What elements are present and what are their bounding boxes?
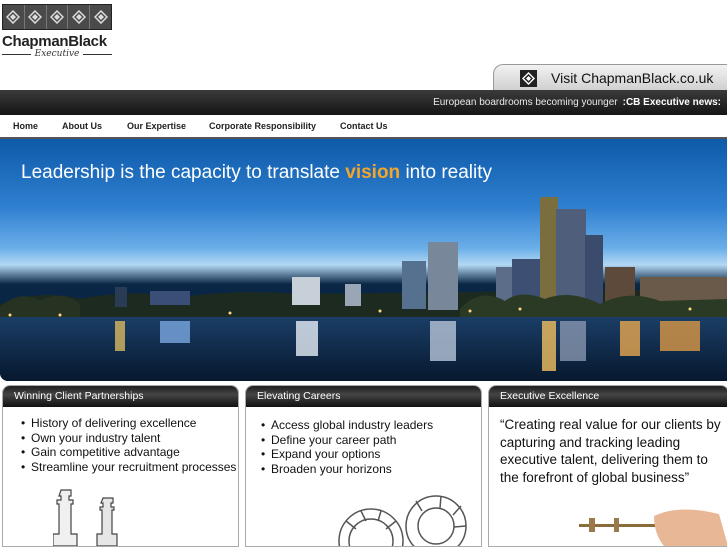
list-item: Gain competitive advantage <box>21 445 238 460</box>
nav-contact-us[interactable]: Contact Us <box>340 121 388 131</box>
list-item: Access global industry leaders <box>261 418 481 433</box>
hero-tagline-highlight: vision <box>345 162 401 183</box>
list-item: Streamline your recruitment processes <box>21 460 238 475</box>
list-item: Broaden your horizons <box>261 462 481 477</box>
panel-title: Elevating Careers <box>246 386 481 407</box>
nav-our-expertise[interactable]: Our Expertise <box>127 121 186 131</box>
hero-tagline: Leadership is the capacity to translate … <box>21 162 493 183</box>
panel-quote: “Creating real value for our clients by … <box>500 417 721 485</box>
list-item: History of delivering excellence <box>21 416 238 431</box>
nav-corporate-responsibility[interactable]: Corporate Responsibility <box>209 121 316 131</box>
visit-site-link[interactable]: Visit ChapmanBlack.co.uk <box>493 64 727 91</box>
hand-with-tool-image <box>579 509 727 546</box>
visit-site-label: Visit ChapmanBlack.co.uk <box>551 70 714 86</box>
list-item: Expand your options <box>261 447 481 462</box>
chess-pieces-image <box>53 489 118 546</box>
diamond-logo-icon <box>520 69 537 87</box>
panel-bullet-list: Access global industry leaders Define yo… <box>246 407 481 476</box>
main-nav: Home About Us Our Expertise Corporate Re… <box>0 115 727 139</box>
brand-logo[interactable]: ChapmanBlack Executive <box>2 4 112 60</box>
gears-image <box>338 495 467 546</box>
hero-banner: Leadership is the capacity to translate … <box>0 139 727 381</box>
list-item: Own your industry talent <box>21 431 238 446</box>
nav-home[interactable]: Home <box>13 121 38 131</box>
panel-title: Executive Excellence <box>489 386 727 407</box>
news-headline[interactable]: European boardrooms becoming younger <box>433 97 618 108</box>
list-item: Define your career path <box>261 433 481 448</box>
brand-tagline: Executive <box>2 49 112 59</box>
chess-diamond-icon <box>2 4 112 30</box>
panel-executive-excellence[interactable]: Executive Excellence “Creating real valu… <box>488 385 727 547</box>
panel-title: Winning Client Partnerships <box>3 386 238 407</box>
brand-name: ChapmanBlack <box>2 33 107 50</box>
news-ticker: European boardrooms becoming younger :CB… <box>0 90 727 115</box>
news-label: :CB Executive news: <box>622 97 721 108</box>
panel-client-partnerships[interactable]: Winning Client Partnerships History of d… <box>2 385 239 547</box>
nav-about-us[interactable]: About Us <box>62 121 102 131</box>
panel-elevating-careers[interactable]: Elevating Careers Access global industry… <box>245 385 482 547</box>
panel-bullet-list: History of delivering excellence Own you… <box>3 407 238 474</box>
